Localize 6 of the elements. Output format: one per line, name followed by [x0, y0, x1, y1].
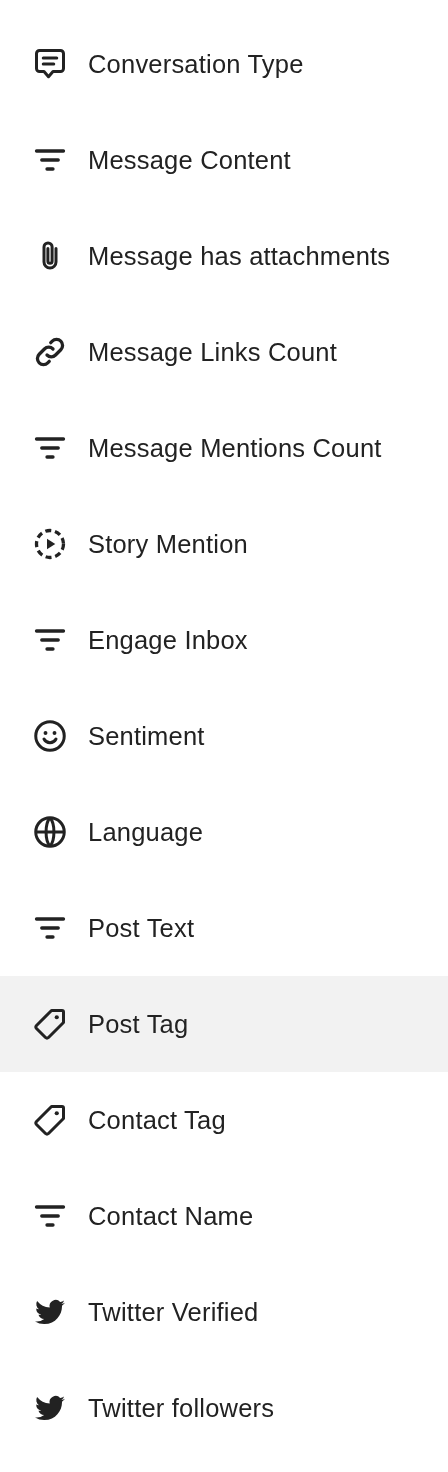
story-icon	[32, 526, 68, 562]
smiley-icon	[32, 718, 68, 754]
menu-item[interactable]: Post Tag	[0, 976, 448, 1072]
globe-icon	[32, 814, 68, 850]
tag-icon	[32, 1102, 68, 1138]
tag-icon	[32, 1006, 68, 1042]
